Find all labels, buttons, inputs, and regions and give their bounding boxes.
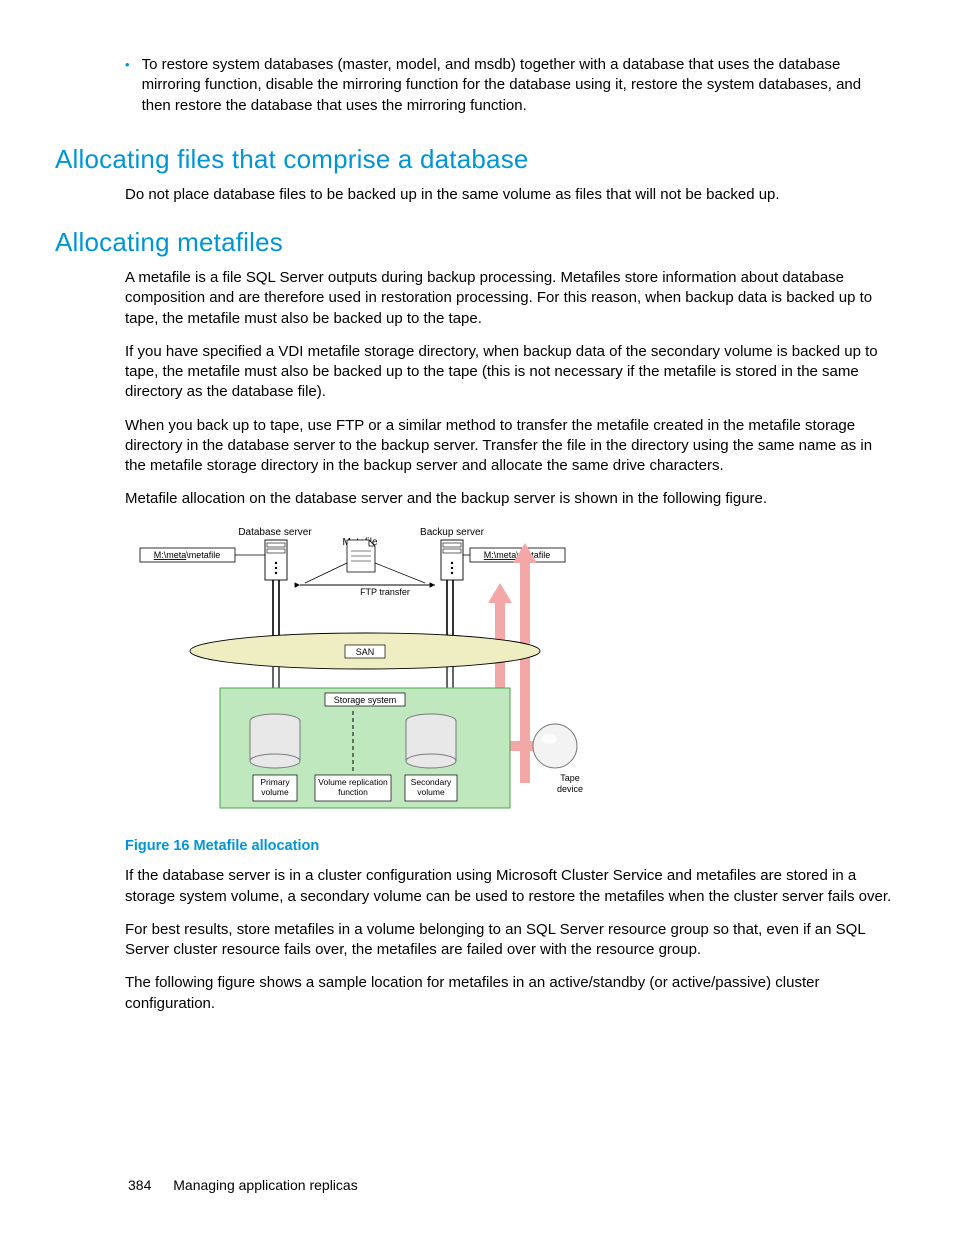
primary-volume-icon: [250, 714, 300, 768]
paragraph: A metafile is a file SQL Server outputs …: [125, 268, 894, 329]
figure-metafile-allocation: Database server Backup server Metafile M…: [125, 523, 894, 829]
secondary-volume-icon: [406, 714, 456, 768]
paragraph: The following figure shows a sample loca…: [125, 973, 894, 1014]
bullet-dot-icon: •: [125, 55, 130, 116]
bullet-list: • To restore system databases (master, m…: [125, 55, 894, 116]
label-primary: Primaryvolume: [260, 777, 290, 797]
label-db-server: Database server: [238, 527, 312, 538]
figure-caption: Figure 16 Metafile allocation: [125, 837, 894, 857]
bk-server-icon: [441, 540, 463, 580]
paragraph: If you have specified a VDI metafile sto…: [125, 342, 894, 403]
label-storage: Storage system: [334, 695, 397, 705]
bullet-text: To restore system databases (master, mod…: [142, 55, 894, 116]
paragraph: Metafile allocation on the database serv…: [125, 489, 894, 509]
label-san: SAN: [356, 647, 375, 657]
db-server-icon: [265, 540, 287, 580]
paragraph: If the database server is in a cluster c…: [125, 866, 894, 907]
paragraph: Do not place database files to be backed…: [125, 185, 894, 205]
heading-allocating-files: Allocating files that comprise a databas…: [55, 144, 894, 175]
label-path-left: M:\meta\metafile: [154, 550, 221, 560]
metafile-doc-icon: [347, 540, 375, 572]
label-bk-server: Backup server: [420, 527, 485, 538]
label-ftp: FTP transfer: [360, 587, 410, 597]
paragraph: When you back up to tape, use FTP or a s…: [125, 416, 894, 477]
tape-device-icon: [533, 724, 577, 768]
page-number: 384: [128, 1177, 151, 1193]
label-tape: Tapedevice: [557, 773, 583, 794]
heading-allocating-metafiles: Allocating metafiles: [55, 227, 894, 258]
page-footer: 384 Managing application replicas: [128, 1177, 358, 1193]
paragraph: For best results, store metafiles in a v…: [125, 920, 894, 961]
bullet-item: • To restore system databases (master, m…: [125, 55, 894, 116]
footer-title: Managing application replicas: [173, 1177, 357, 1193]
